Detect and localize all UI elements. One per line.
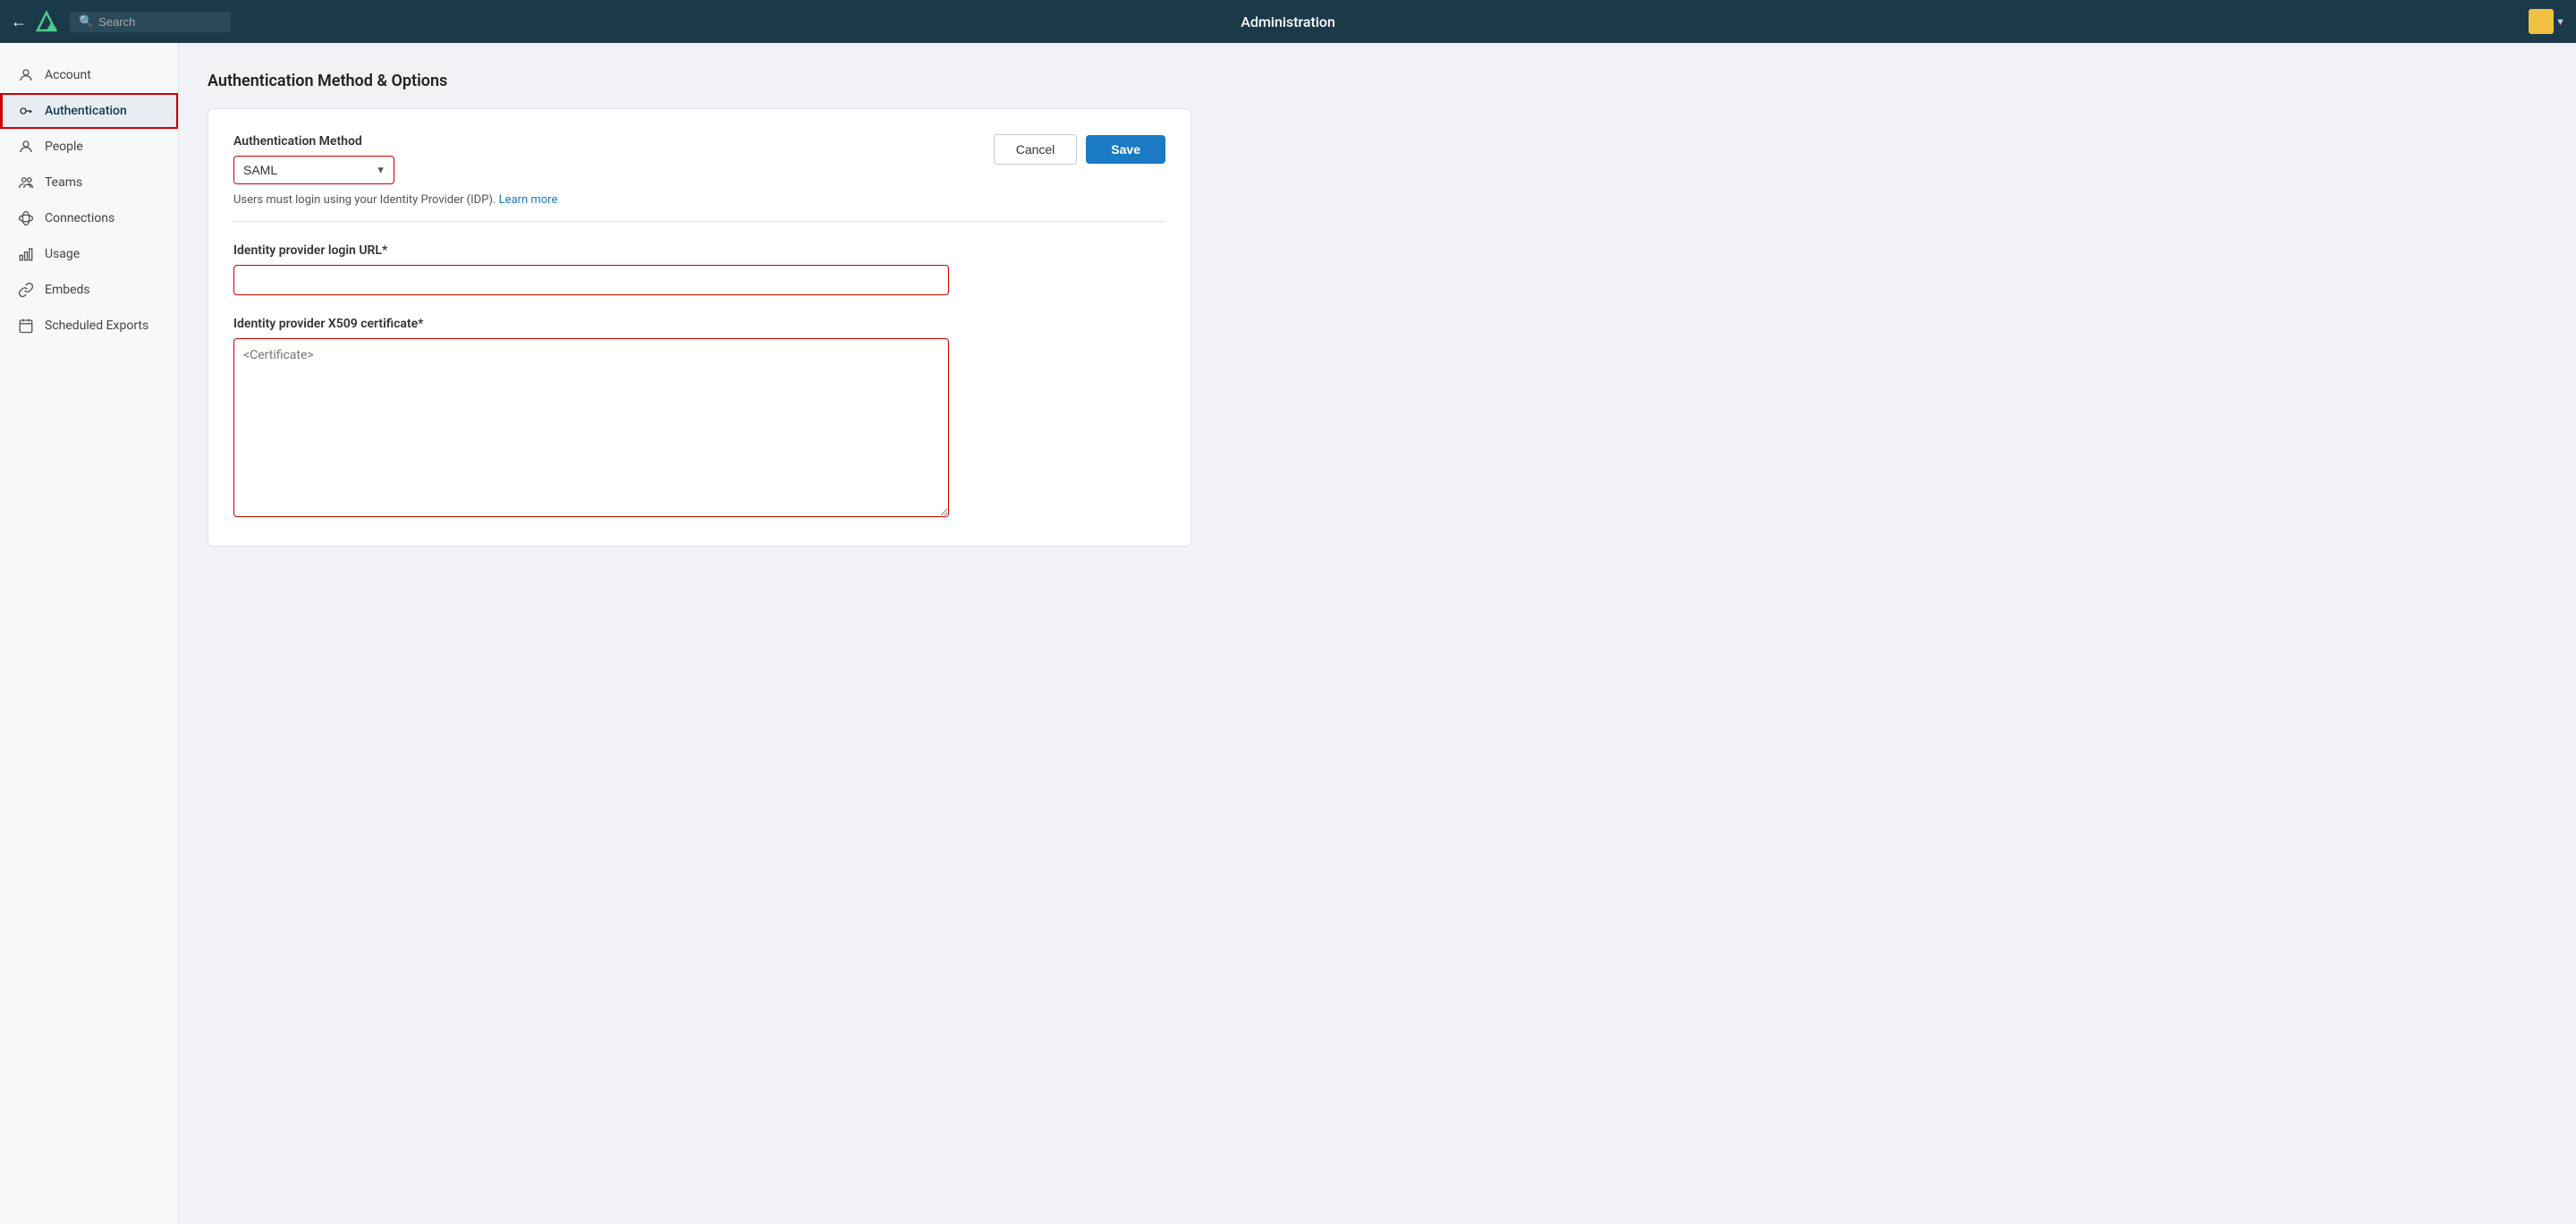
user-avatar-area: ▼ xyxy=(2529,9,2565,34)
button-group: Cancel Save xyxy=(994,134,1165,165)
sidebar-item-teams[interactable]: Teams xyxy=(0,165,178,200)
idp-login-url-label: Identity provider login URL* xyxy=(233,243,1165,258)
idp-cert-textarea[interactable] xyxy=(233,338,949,517)
idp-login-url-input[interactable] xyxy=(233,265,949,295)
page-title: Administration xyxy=(1241,13,1335,30)
embeds-icon xyxy=(18,282,34,298)
sidebar-item-usage[interactable]: Usage xyxy=(0,236,178,272)
divider xyxy=(233,221,1165,222)
sidebar-item-people[interactable]: People xyxy=(0,129,178,165)
key-icon xyxy=(18,103,34,119)
avatar-dropdown-icon[interactable]: ▼ xyxy=(2555,16,2565,28)
sidebar-item-connections-label: Connections xyxy=(45,211,114,225)
search-box[interactable]: 🔍 xyxy=(70,12,231,32)
user-avatar[interactable] xyxy=(2529,9,2554,34)
calendar-icon xyxy=(18,318,34,334)
section-title: Authentication Method & Options xyxy=(208,72,2547,90)
app-body: Account Authentication People Teams Conn xyxy=(0,43,2576,1224)
account-icon xyxy=(18,67,34,83)
usage-icon xyxy=(18,246,34,262)
cancel-button[interactable]: Cancel xyxy=(994,134,1078,165)
sidebar-item-account-label: Account xyxy=(45,68,91,82)
main-content: Authentication Method & Options Authenti… xyxy=(179,43,2576,1224)
idp-login-url-section: Identity provider login URL* xyxy=(233,243,1165,295)
helper-text-content: Users must login using your Identity Pro… xyxy=(233,193,496,207)
person-icon xyxy=(18,139,34,155)
save-button[interactable]: Save xyxy=(1086,135,1165,164)
search-input[interactable] xyxy=(98,15,222,29)
sidebar-item-people-label: People xyxy=(45,140,83,154)
sidebar-item-scheduled-exports[interactable]: Scheduled Exports xyxy=(0,308,178,344)
sidebar-item-usage-label: Usage xyxy=(45,247,80,261)
card-header-row: Authentication Method SAML Password Goog… xyxy=(233,134,1165,207)
auth-method-label: Authentication Method xyxy=(233,134,557,149)
teams-icon xyxy=(18,174,34,191)
auth-method-select[interactable]: SAML Password Google SSO LDAP xyxy=(233,156,394,184)
learn-more-link[interactable]: Learn more xyxy=(499,193,558,207)
idp-cert-label: Identity provider X509 certificate* xyxy=(233,317,1165,331)
sidebar-item-scheduled-exports-label: Scheduled Exports xyxy=(45,319,148,333)
auth-card: Authentication Method SAML Password Goog… xyxy=(208,108,1191,547)
helper-text: Users must login using your Identity Pro… xyxy=(233,193,557,207)
sidebar-item-account[interactable]: Account xyxy=(0,57,178,93)
sidebar: Account Authentication People Teams Conn xyxy=(0,43,179,1224)
sidebar-item-authentication-label: Authentication xyxy=(45,104,127,118)
idp-cert-section: Identity provider X509 certificate* xyxy=(233,317,1165,521)
top-nav: ← 🔍 Administration ▼ xyxy=(0,0,2576,43)
app-logo xyxy=(34,9,59,34)
sidebar-item-teams-label: Teams xyxy=(45,175,82,190)
search-icon: 🔍 xyxy=(79,15,93,29)
sidebar-item-embeds-label: Embeds xyxy=(45,283,90,297)
sidebar-item-connections[interactable]: Connections xyxy=(0,200,178,236)
sidebar-item-embeds[interactable]: Embeds xyxy=(0,272,178,308)
sidebar-item-authentication[interactable]: Authentication xyxy=(0,93,178,129)
auth-method-field: Authentication Method SAML Password Goog… xyxy=(233,134,557,207)
auth-method-select-wrapper: SAML Password Google SSO LDAP ▼ xyxy=(233,156,394,184)
back-button[interactable]: ← xyxy=(11,13,27,31)
connections-icon xyxy=(18,210,34,226)
